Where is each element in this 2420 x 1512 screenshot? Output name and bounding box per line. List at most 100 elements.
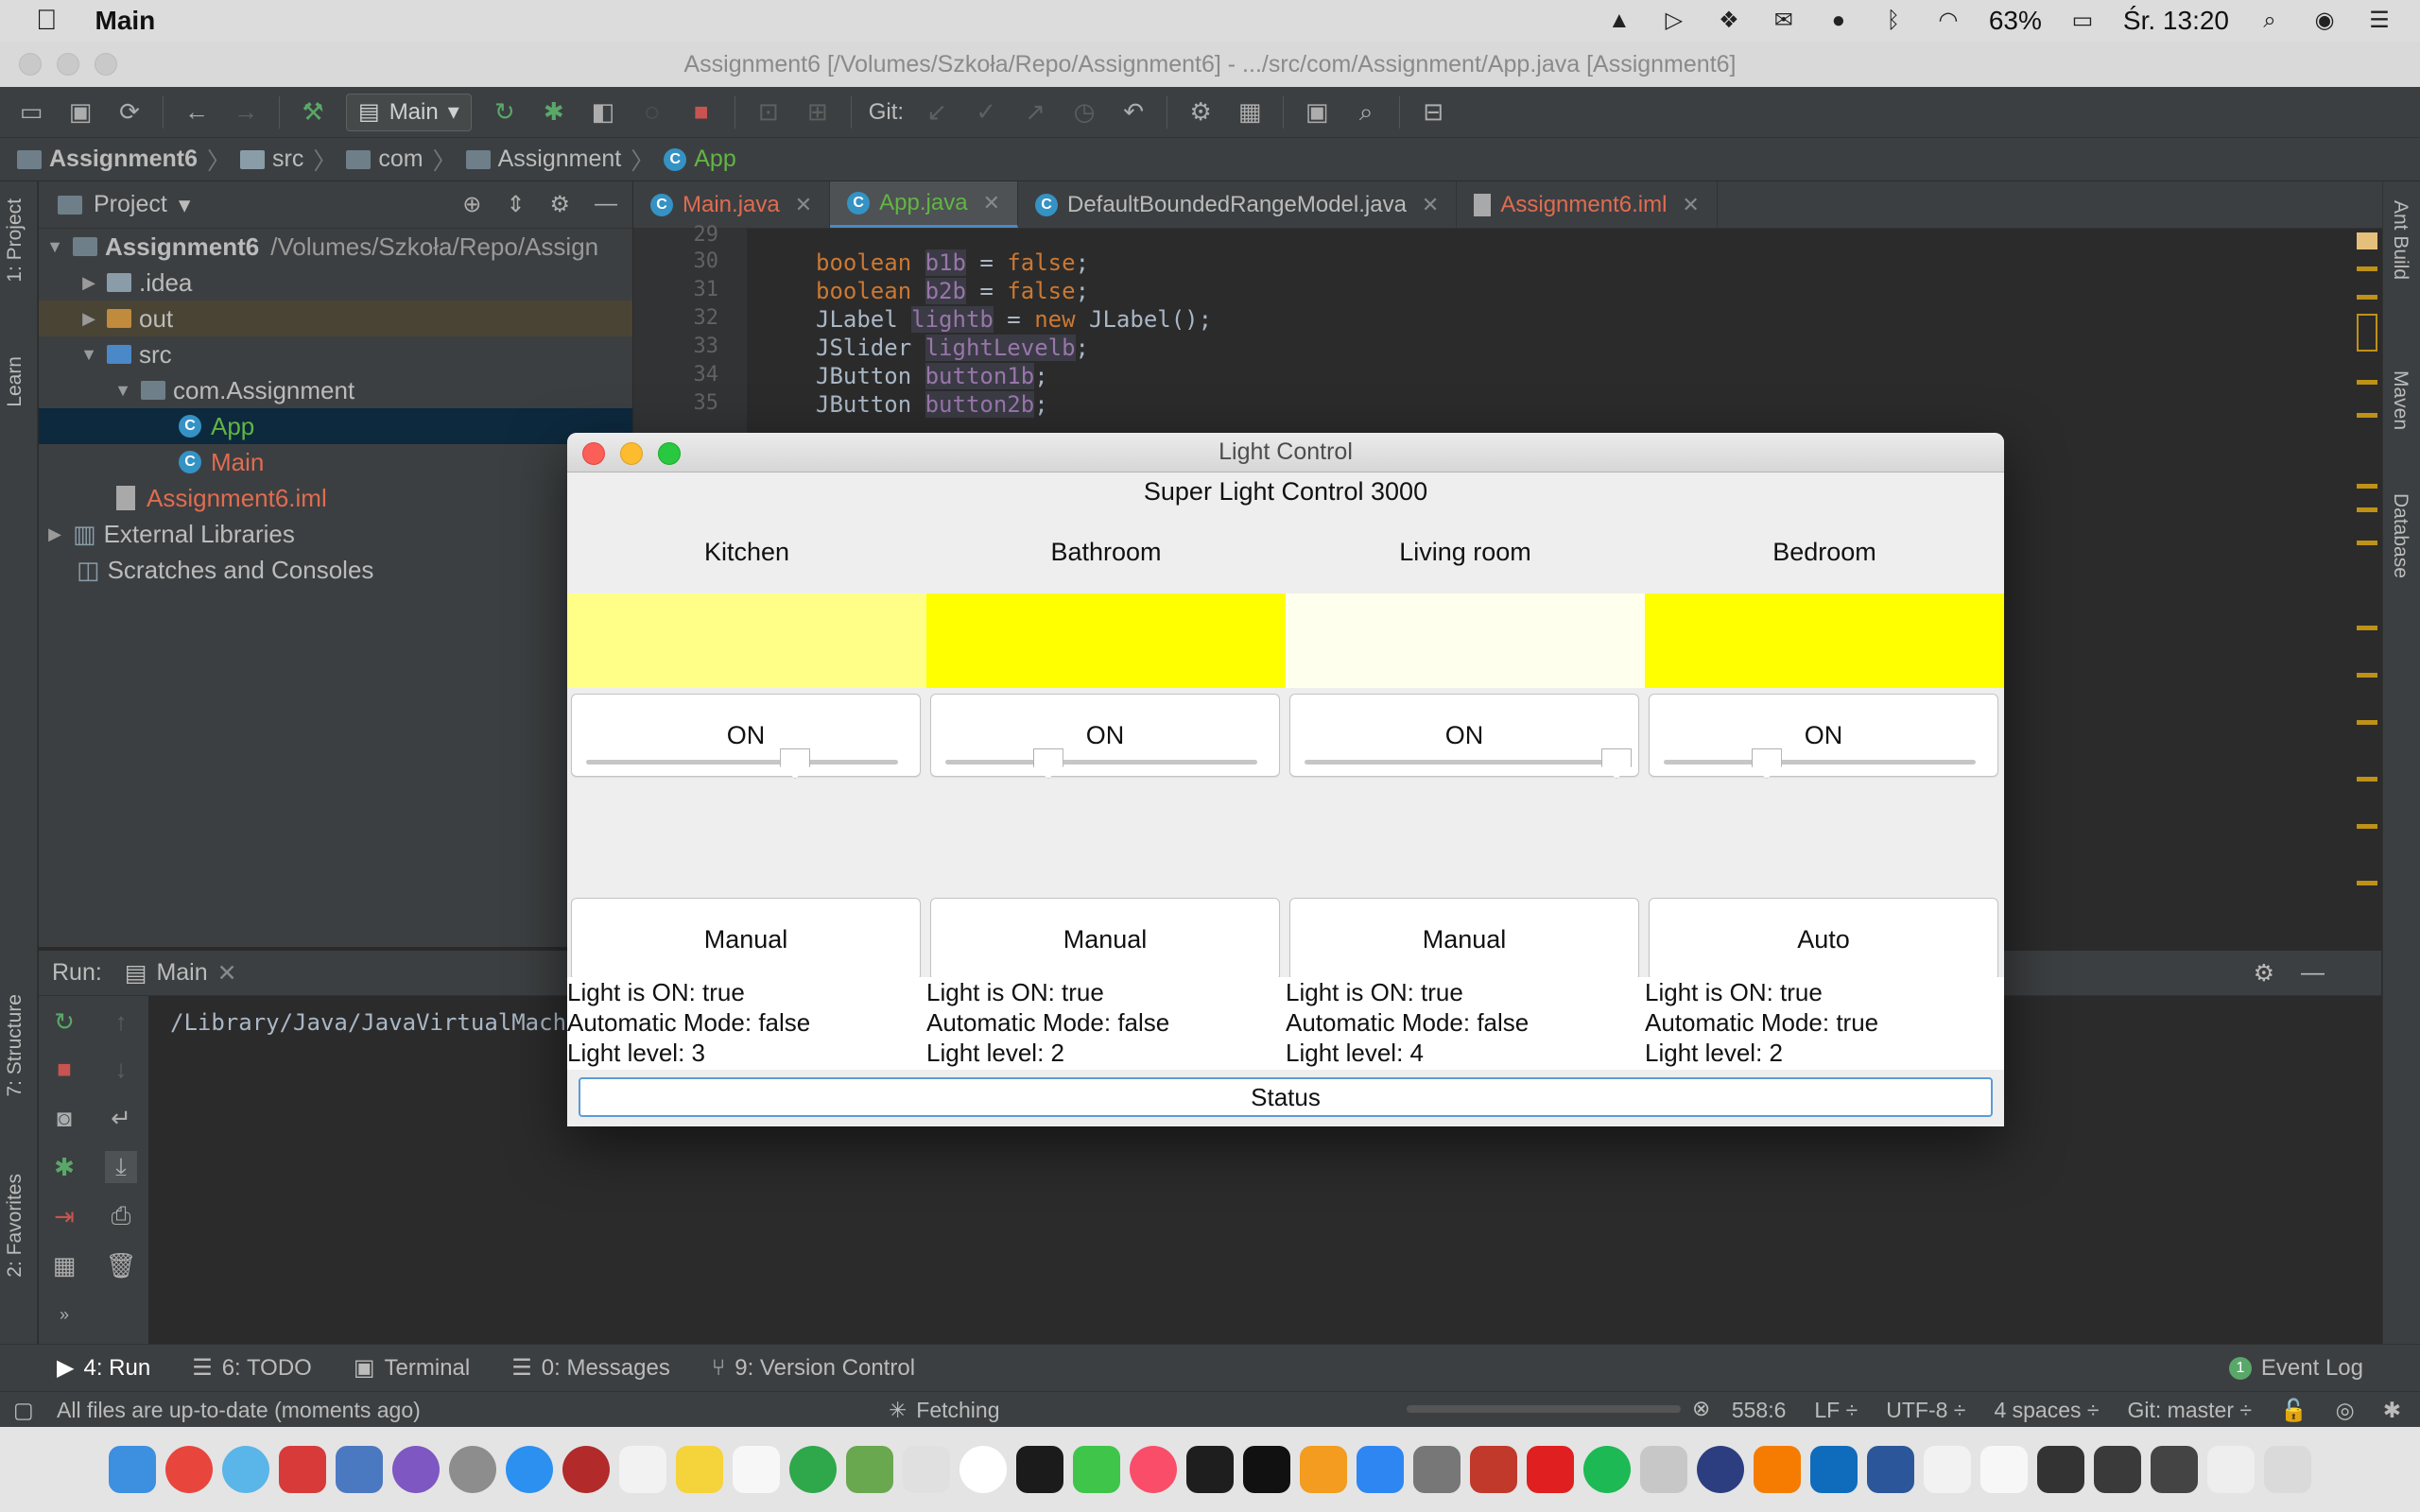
settings-wrench-icon[interactable]: ⚙ xyxy=(1184,96,1217,129)
sync-icon[interactable]: ⟳ xyxy=(113,96,146,129)
keynote-icon[interactable] xyxy=(903,1446,950,1493)
send-icon[interactable] xyxy=(789,1446,837,1493)
siri-icon[interactable]: ◉ xyxy=(2310,7,2339,35)
tree-item-scratches[interactable]: ◫ Scratches and Consoles xyxy=(39,552,632,588)
breadcrumb-com[interactable]: com xyxy=(346,146,424,173)
light-level-slider[interactable] xyxy=(586,748,898,779)
soft-wrap-icon[interactable]: ↵ xyxy=(105,1102,137,1134)
tab-app-java[interactable]: C App.java ✕ xyxy=(830,181,1018,228)
tweetbot-icon[interactable] xyxy=(222,1446,269,1493)
back-icon[interactable]: ← xyxy=(181,96,213,129)
build-hammer-icon[interactable]: ⚒ xyxy=(297,96,329,129)
collapsed-arrow-icon[interactable]: ▶ xyxy=(78,309,99,329)
hide-panel-icon[interactable]: — xyxy=(595,191,617,218)
warning-marker[interactable] xyxy=(2357,314,2377,352)
warning-marker[interactable] xyxy=(2357,232,2377,249)
collapsed-arrow-icon[interactable]: ▶ xyxy=(44,524,65,544)
slider-thumb[interactable] xyxy=(780,748,811,779)
run-configuration-select[interactable]: ▤ Main ▾ xyxy=(346,93,472,131)
eclipse-icon[interactable] xyxy=(1697,1446,1744,1493)
indent-setting[interactable]: 4 spaces ÷ xyxy=(1994,1398,2099,1423)
stop-icon[interactable]: ■ xyxy=(48,1053,80,1085)
tool-tab-messages[interactable]: ☰ 0: Messages xyxy=(511,1354,670,1382)
git-rollback-icon[interactable]: ↶ xyxy=(1117,96,1150,129)
tab-main-java[interactable]: C Main.java ✕ xyxy=(633,181,831,228)
tool-tab-terminal[interactable]: ▣ Terminal xyxy=(354,1354,470,1382)
apple-icon[interactable]:  xyxy=(36,5,58,37)
tree-item-package[interactable]: ▼ com.Assignment xyxy=(39,372,632,408)
warning-marker[interactable] xyxy=(2357,380,2377,385)
tool-tab-run[interactable]: ▶ 4: Run xyxy=(57,1354,150,1382)
app-store-icon[interactable] xyxy=(1357,1446,1404,1493)
tab-database[interactable]: Database xyxy=(2389,493,2411,578)
gear-icon[interactable]: ⚙ xyxy=(549,191,570,218)
camera-icon[interactable]: ◙ xyxy=(48,1102,80,1134)
menu-app-name[interactable]: Main xyxy=(95,6,156,36)
line-separator[interactable]: LF ÷ xyxy=(1814,1398,1858,1423)
mode-button[interactable]: Manual xyxy=(1289,898,1639,981)
close-icon[interactable]: ✕ xyxy=(983,191,1000,215)
word-icon[interactable] xyxy=(1867,1446,1914,1493)
reminders-icon[interactable] xyxy=(733,1446,780,1493)
media-play-icon[interactable]: ▷ xyxy=(1660,7,1688,35)
error-stripe[interactable] xyxy=(2349,229,2381,947)
fantastical-icon[interactable] xyxy=(562,1446,610,1493)
tab-structure[interactable]: 7: Structure xyxy=(4,994,26,1097)
warning-marker[interactable] xyxy=(2357,266,2377,271)
forward-icon[interactable]: → xyxy=(230,96,262,129)
java-icon[interactable] xyxy=(1924,1446,1971,1493)
git-update-icon[interactable]: ↙ xyxy=(921,96,953,129)
bug-icon[interactable]: ✱ xyxy=(2383,1398,2401,1423)
tab-maven[interactable]: Maven xyxy=(2389,370,2411,430)
tree-item-project-root[interactable]: ▼ Assignment6 /Volumes/Szkoła/Repo/Assig… xyxy=(39,229,632,265)
git-branch[interactable]: Git: master ÷ xyxy=(2128,1398,2252,1423)
hat-icon[interactable]: ● xyxy=(1824,7,1853,35)
document-icon[interactable] xyxy=(1980,1446,2028,1493)
warning-marker[interactable] xyxy=(2357,777,2377,782)
more-icon[interactable]: » xyxy=(48,1298,80,1331)
tool-tab-todo[interactable]: ☰ 6: TODO xyxy=(192,1354,312,1382)
bluetooth-icon[interactable]: ᛒ xyxy=(1879,7,1908,35)
clock[interactable]: Śr. 13:20 xyxy=(2123,6,2229,36)
caret-position[interactable]: 558:6 xyxy=(1732,1398,1787,1423)
rerun-icon[interactable]: ↻ xyxy=(489,96,521,129)
chevron-down-icon[interactable]: ▾ xyxy=(179,191,191,219)
git-history-icon[interactable]: ◷ xyxy=(1068,96,1100,129)
intellij-icon[interactable] xyxy=(1243,1446,1290,1493)
up-arrow-icon[interactable]: ↑ xyxy=(105,1005,137,1038)
git-commit-icon[interactable]: ✓ xyxy=(970,96,1002,129)
light-level-slider[interactable] xyxy=(1664,748,1976,779)
vlc-icon[interactable]: ▲ xyxy=(1605,7,1634,35)
exit-icon[interactable]: ⇥ xyxy=(48,1200,80,1232)
breadcrumb-project[interactable]: Assignment6 xyxy=(17,146,198,173)
mode-button[interactable]: Manual xyxy=(930,898,1280,981)
notification-icon[interactable]: ✉ xyxy=(1770,7,1798,35)
vlc-icon[interactable] xyxy=(1754,1446,1801,1493)
tree-item-iml[interactable]: Assignment6.iml xyxy=(39,480,632,516)
system-preferences-icon[interactable] xyxy=(1413,1446,1461,1493)
scroll-to-end-icon[interactable]: ⤓ xyxy=(105,1151,137,1183)
folder-app-icon[interactable] xyxy=(1640,1446,1687,1493)
minimize-window-button[interactable] xyxy=(620,442,643,465)
warning-marker[interactable] xyxy=(2357,673,2377,678)
tab-project[interactable]: 1: Project xyxy=(4,198,26,283)
save-icon[interactable]: ▣ xyxy=(64,96,96,129)
launchpad-icon[interactable] xyxy=(449,1446,496,1493)
toggle-panels-icon[interactable]: ▢ xyxy=(13,1398,34,1423)
window-thumbnail-icon[interactable] xyxy=(2207,1446,2255,1493)
music-icon[interactable] xyxy=(1130,1446,1177,1493)
warning-marker[interactable] xyxy=(2357,824,2377,829)
close-icon[interactable]: ✕ xyxy=(795,193,812,217)
spotlight-search-icon[interactable]: ⌕ xyxy=(2256,7,2284,35)
warning-marker[interactable] xyxy=(2357,720,2377,725)
debug-icon[interactable]: ✱ xyxy=(538,96,570,129)
hide-panel-icon[interactable]: — xyxy=(2301,959,2325,988)
zoom-window-button[interactable] xyxy=(95,53,117,76)
siri-icon[interactable] xyxy=(392,1446,440,1493)
tab-ant-build[interactable]: Ant Build xyxy=(2389,200,2411,280)
mode-button[interactable]: Manual xyxy=(571,898,921,981)
close-window-button[interactable] xyxy=(19,53,42,76)
event-log-button[interactable]: 1 Event Log xyxy=(2228,1345,2363,1392)
maps-icon[interactable] xyxy=(846,1446,893,1493)
expanded-arrow-icon[interactable]: ▼ xyxy=(44,237,65,257)
